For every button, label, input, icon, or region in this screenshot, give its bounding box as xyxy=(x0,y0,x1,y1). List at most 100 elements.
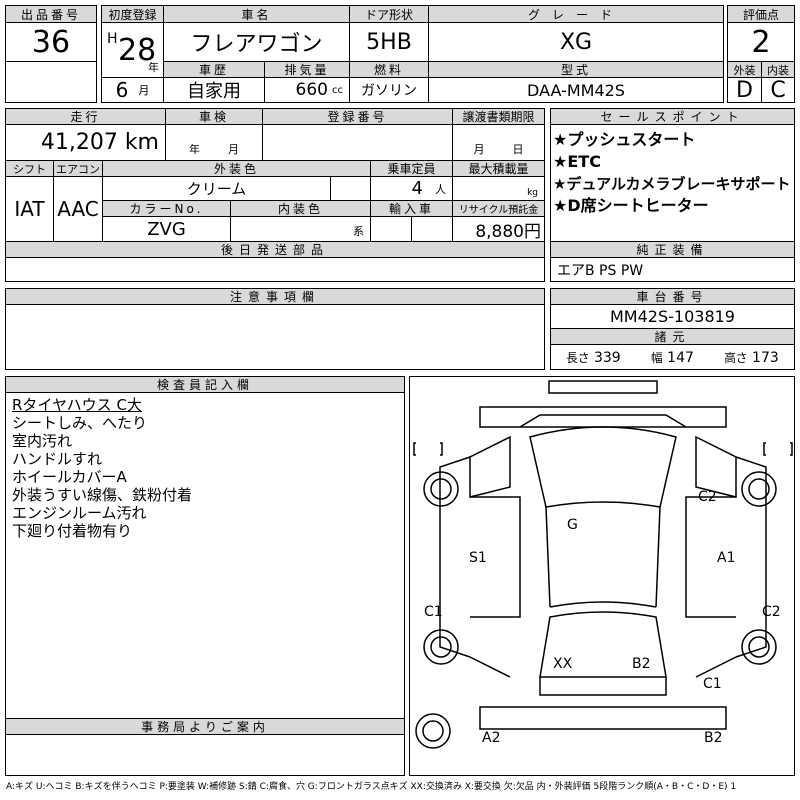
mark-a1: A1 xyxy=(717,550,736,566)
color-no-label: カラーNo. xyxy=(102,200,231,217)
capacity-value: 4 xyxy=(411,178,423,199)
sales-point: ★D席シートヒーター xyxy=(553,196,709,215)
mileage: 41,207 km xyxy=(5,124,166,161)
grade: XG xyxy=(428,22,724,62)
color-no: ZVG xyxy=(102,216,231,242)
height-label: 高さ xyxy=(724,350,748,365)
lot-blank xyxy=(5,61,97,103)
mileage-label: 走行 xyxy=(5,108,166,125)
inspector-line: 外装うすい線傷、鉄粉付着 xyxy=(12,486,193,504)
month: 6 xyxy=(115,78,129,102)
int-score: C xyxy=(761,77,795,103)
model: DAA-MM42S xyxy=(428,77,724,103)
sales-points-label: セールスポイント xyxy=(550,108,795,125)
reg-number xyxy=(262,124,453,161)
score: 2 xyxy=(727,22,795,62)
inspection-date: 年月 xyxy=(165,124,263,161)
era: H xyxy=(107,31,118,47)
width-label: 幅 xyxy=(651,350,663,365)
inspector-line: 下廻り付着物有り xyxy=(12,522,133,540)
length-label: 長さ xyxy=(566,350,590,365)
first-reg-month: 6月 xyxy=(101,77,164,103)
inspector-line: シートしみ、へたり xyxy=(12,414,148,432)
transfer-label: 譲渡書類期限 xyxy=(452,108,545,125)
chassis-label: 車台番号 xyxy=(550,288,795,305)
inspector-line: ハンドルすれ xyxy=(12,450,103,468)
recycle: 8,880円 xyxy=(452,216,545,242)
score-label: 評価点 xyxy=(727,5,795,23)
inspection-month-unit: 月 xyxy=(228,143,239,156)
inspector-line: 室内汚れ xyxy=(12,432,73,450)
car-name: フレアワゴン xyxy=(163,22,350,62)
capacity: 4人 xyxy=(370,176,453,201)
chassis-number: MM42S-103819 xyxy=(550,304,795,329)
history: 自家用 xyxy=(163,77,265,103)
int-score-label: 内装 xyxy=(761,61,795,78)
max-load: kg xyxy=(452,176,545,201)
car-diagram xyxy=(409,376,795,776)
length: 339 xyxy=(593,349,621,366)
fuel: ガソリン xyxy=(349,77,429,103)
inspector-line: Rタイヤハウス C大 xyxy=(12,396,142,414)
door-type: 5HB xyxy=(349,22,429,62)
import-label: 輸入車 xyxy=(370,200,453,217)
max-load-label: 最大積載量 xyxy=(452,160,545,177)
int-color: 系 xyxy=(230,216,371,242)
legend: A:キズ U:ヘコミ B:キズを伴うヘコミ P:要塗装 W:補修跡 S:錆 C:… xyxy=(6,782,737,792)
specs: 長さ 339 幅 147 高さ 173 xyxy=(550,344,795,370)
lot-label: 出品番号 xyxy=(5,5,97,23)
lot-number: 36 xyxy=(5,22,97,62)
aircon: AAC xyxy=(53,176,103,242)
inspection-year-unit: 年 xyxy=(189,143,200,156)
reg-number-label: 登録番号 xyxy=(262,108,453,125)
transfer-date: 月日 xyxy=(452,124,545,161)
recycle-label: リサイクル預託金 xyxy=(452,200,545,217)
month-unit: 月 xyxy=(138,84,150,97)
mark-g: G xyxy=(567,517,578,533)
notes xyxy=(5,304,545,370)
int-color-label: 内装色 xyxy=(230,200,371,217)
inspector-line: ホイールカバーA xyxy=(12,468,127,486)
ext-color-blank xyxy=(330,176,371,201)
shift: IAT xyxy=(5,176,54,242)
car-outline-icon xyxy=(413,380,793,749)
import-a xyxy=(370,216,412,242)
mark-a2: A2 xyxy=(482,730,501,746)
ext-score: D xyxy=(727,77,762,103)
displacement: 660 cc xyxy=(264,77,350,103)
first-reg-label: 初度登録 xyxy=(101,5,164,23)
capacity-label: 乗車定員 xyxy=(370,160,453,177)
import-b xyxy=(411,216,453,242)
displacement-label: 排気量 xyxy=(264,61,350,78)
ext-color-label: 外装色 xyxy=(102,160,371,177)
width: 147 xyxy=(667,349,694,366)
later-parts-label: 後日発送部品 xyxy=(5,241,545,258)
height: 173 xyxy=(752,349,779,366)
ext-color: クリーム xyxy=(102,176,331,201)
history-label: 車歴 xyxy=(163,61,265,78)
shift-label: シフト xyxy=(5,160,54,177)
ext-score-label: 外装 xyxy=(727,61,762,78)
mark-xx: XX xyxy=(553,656,573,672)
aircon-label: エアコン xyxy=(53,160,103,177)
sales-point: ★デュアルカメラブレーキサポート xyxy=(553,175,791,193)
equipment-label: 純正装備 xyxy=(550,241,795,258)
grade-label: グレード xyxy=(428,5,724,23)
model-label: 型式 xyxy=(428,61,724,78)
displacement-value: 660 xyxy=(295,80,328,100)
mark-c2-right: C2 xyxy=(762,604,781,620)
office-notes xyxy=(5,734,405,776)
sales-point: ★プッシュスタート xyxy=(553,130,696,149)
transfer-month-unit: 月 xyxy=(473,143,485,156)
mark-c2-front: C2 xyxy=(698,489,717,505)
mark-c1-rear: C1 xyxy=(703,676,722,692)
sales-points: ★プッシュスタート ★ETC ★デュアルカメラブレーキサポート ★D席シートヒー… xyxy=(550,124,795,242)
inspector-notes: Rタイヤハウス C大 シートしみ、へたり 室内汚れ ハンドルすれ ホイールカバー… xyxy=(5,392,405,719)
sales-point: ★ETC xyxy=(553,152,601,171)
displacement-unit: cc xyxy=(332,84,343,96)
mark-c1-left: C1 xyxy=(424,604,443,620)
mark-b2-rear: B2 xyxy=(632,656,651,672)
mark-s1: S1 xyxy=(469,550,487,566)
office-label: 事務局よりご案内 xyxy=(5,718,405,735)
inspector-line: エンジンルーム汚れ xyxy=(12,504,147,522)
